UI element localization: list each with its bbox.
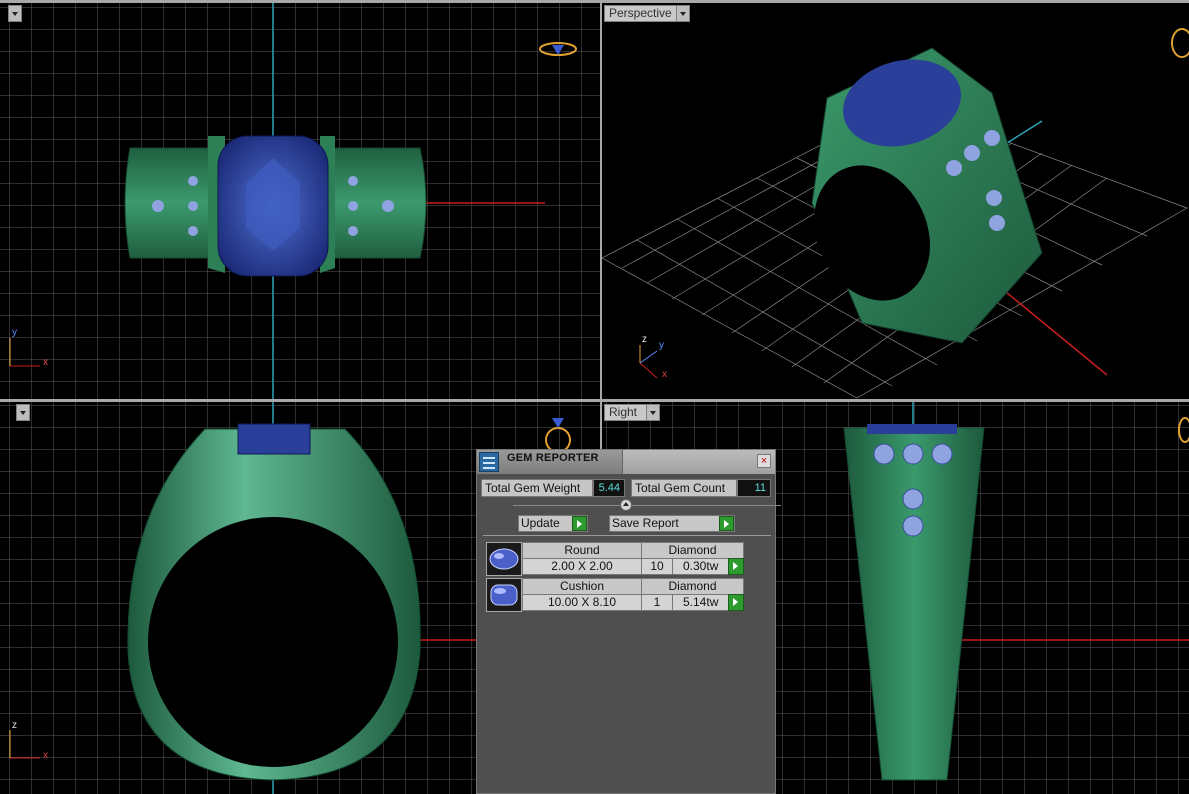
jewelry-cad-app: y x z y x Perspective z x Right GEM REPO…	[0, 0, 1189, 794]
close-icon[interactable]: ×	[757, 454, 771, 468]
viewport-top[interactable]: y x	[0, 3, 600, 399]
gem-count: 1	[641, 594, 673, 611]
axis-x-label: x	[662, 369, 667, 380]
gem-shape: Round	[522, 542, 642, 559]
total-gem-weight-value: 5.44	[593, 479, 625, 497]
viewport-right-label[interactable]: Right	[604, 404, 648, 421]
gem-weight: 0.30tw	[672, 558, 744, 575]
axis-x-label: x	[43, 750, 48, 761]
total-gem-weight-label: Total Gem Weight	[481, 479, 593, 497]
save-report-button-label: Save Report	[612, 516, 679, 530]
list-item[interactable]: Round Diamond 2.00 X 2.00 10 0.30tw	[486, 542, 748, 576]
axis-x-label: x	[43, 357, 48, 368]
gem-reporter-title: GEM REPORTER	[507, 452, 599, 464]
axis-z-label: z	[12, 720, 17, 731]
viewport-perspective[interactable]: z y x Perspective	[602, 3, 1189, 399]
gem-reporter-logo-icon	[479, 452, 499, 472]
viewport-perspective-menu-button[interactable]	[676, 5, 690, 22]
perspective-canvas	[602, 28, 1189, 399]
gem-shape: Cushion	[522, 578, 642, 595]
gem-type: Diamond	[641, 542, 744, 559]
play-arrow-icon	[719, 516, 734, 531]
update-button-label: Update	[521, 516, 560, 530]
viewport-right-menu-button[interactable]	[646, 404, 660, 421]
play-arrow-icon[interactable]	[728, 594, 744, 611]
viewport-front-menu-button[interactable]	[16, 404, 30, 421]
update-button[interactable]: Update	[518, 515, 588, 532]
total-gem-count-label: Total Gem Count	[631, 479, 737, 497]
collapse-toggle-icon[interactable]	[620, 499, 632, 511]
gem-reporter-titlebar[interactable]: GEM REPORTER ×	[477, 450, 775, 474]
viewport-top-menu-button[interactable]	[8, 5, 22, 22]
list-item[interactable]: Cushion Diamond 10.00 X 8.10 1 5.14tw	[486, 578, 748, 612]
gem-list: Round Diamond 2.00 X 2.00 10 0.30tw Cush…	[483, 535, 771, 793]
gem-weight-value: 5.14tw	[683, 595, 719, 609]
divider	[513, 505, 781, 506]
viewport-perspective-label[interactable]: Perspective	[604, 5, 678, 22]
total-gem-count-value: 11	[737, 479, 771, 497]
top-view-canvas	[0, 3, 600, 399]
gem-weight-value: 0.30tw	[683, 559, 719, 573]
axis-y-label: y	[659, 340, 664, 351]
gem-size: 2.00 X 2.00	[522, 558, 642, 575]
gem-type: Diamond	[641, 578, 744, 595]
play-arrow-icon	[572, 516, 587, 531]
save-report-button[interactable]: Save Report	[609, 515, 735, 532]
round-gem-icon	[486, 542, 522, 576]
axis-z-label: z	[642, 334, 647, 345]
gem-weight: 5.14tw	[672, 594, 744, 611]
play-arrow-icon[interactable]	[728, 558, 744, 575]
gem-size: 10.00 X 8.10	[522, 594, 642, 611]
gem-reporter-panel: GEM REPORTER × Total Gem Weight 5.44 Tot…	[476, 449, 781, 794]
cushion-gem-icon	[486, 578, 522, 612]
axis-y-label: y	[12, 327, 17, 338]
gem-count: 10	[641, 558, 673, 575]
